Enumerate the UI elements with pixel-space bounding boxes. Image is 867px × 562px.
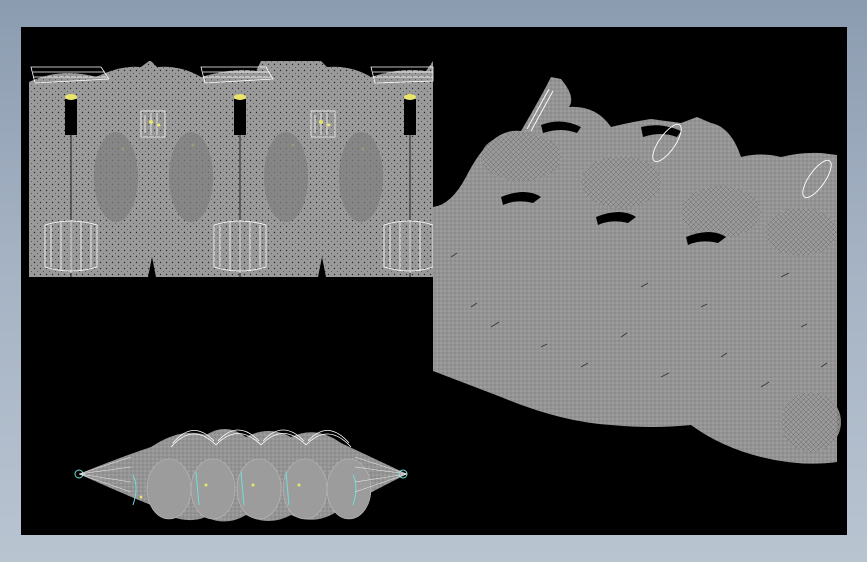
perspective-view [433, 77, 841, 464]
front-elevation-view [29, 61, 434, 277]
drawing-canvas[interactable] [21, 27, 847, 535]
plan-view [74, 428, 408, 522]
model-viewport[interactable] [21, 27, 847, 535]
